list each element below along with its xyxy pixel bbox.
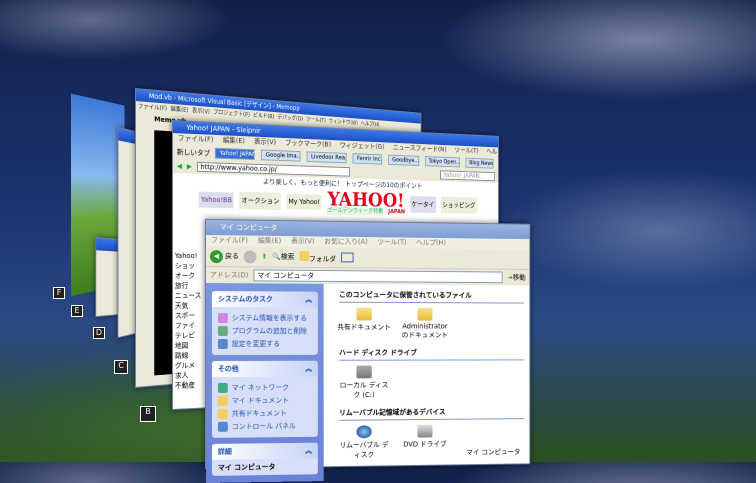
menu-item[interactable]: ファイル(F) xyxy=(138,103,167,112)
tab[interactable]: Livedoor Rea... xyxy=(306,151,347,164)
panel-title: その他 xyxy=(217,364,239,373)
small-window-back[interactable] xyxy=(95,236,120,318)
tab[interactable]: Google Ima... xyxy=(261,149,301,162)
removable-disk-icon xyxy=(356,425,372,439)
task-link[interactable]: システム情報を表示する xyxy=(217,313,312,324)
place-link[interactable]: マイ ドキュメント xyxy=(217,395,312,406)
service-link[interactable]: ケータイ xyxy=(409,195,436,214)
views-icon[interactable] xyxy=(340,252,354,263)
tab[interactable]: Yahoo! JAPAN xyxy=(214,147,255,160)
my-computer-window[interactable]: マイ コンピュータ ファイル(F) 編集(E) 表示(V) お気に入り(A) ツール(T… xyxy=(205,219,531,483)
service-link[interactable]: オークション xyxy=(239,191,282,211)
golden-week-link[interactable]: ゴールデンウィーク特集 xyxy=(326,207,384,216)
section-header: このコンピュータに保管されているファイル xyxy=(339,287,524,304)
menu-item[interactable]: 表示(V) xyxy=(192,107,210,115)
search-input[interactable]: Yahoo! JAPAN xyxy=(440,170,496,182)
logo-text: YAHOO! xyxy=(327,187,405,212)
menu-item[interactable]: ニュースフィード(N) xyxy=(393,144,447,154)
forward-icon[interactable] xyxy=(243,249,257,263)
system-tasks-panel: システムのタスク ︽ システム情報を表示する プログラムの追加と削除 設定を変更する xyxy=(211,291,318,355)
task-pane: システムのタスク ︽ システム情報を表示する プログラムの追加と削除 設定を変更する … xyxy=(205,283,324,483)
section-header: リムーバブル記憶域があるデバイス xyxy=(339,404,524,421)
menu-item[interactable]: ツール(T) xyxy=(306,116,326,124)
place-link[interactable]: コントロール パネル xyxy=(217,421,312,432)
place-link[interactable]: 共有ドキュメント xyxy=(217,408,312,419)
menu-item[interactable]: 表示(V) xyxy=(254,138,276,147)
task-link[interactable]: プログラムの追加と削除 xyxy=(217,326,312,337)
collapse-icon[interactable]: ︽ xyxy=(305,295,312,305)
folders-button[interactable]: フォルダ xyxy=(299,250,336,264)
tab[interactable]: Fenrir Inc. xyxy=(352,153,383,165)
tab[interactable]: Blog News xyxy=(465,157,494,169)
back-icon: ◀ xyxy=(209,249,223,263)
desktop-icon[interactable]: C xyxy=(114,360,128,374)
other-places-panel: その他 ︽ マイ ネットワーク マイ ドキュメント 共有ドキュメント コントロール パネ… xyxy=(211,360,318,438)
folder-icon xyxy=(417,307,433,321)
menu-item[interactable]: ヘルプ(H) xyxy=(361,121,380,128)
section-header: ハード ディスク ドライブ xyxy=(339,345,524,361)
new-tab-button[interactable]: 新しいタブ xyxy=(177,147,210,158)
menu-item[interactable]: 表示(V) xyxy=(291,237,315,245)
folder-item[interactable]: Administrator のドキュメント xyxy=(398,307,451,340)
search-button[interactable]: 🔍検索 xyxy=(272,252,294,262)
collapse-icon[interactable]: ︽ xyxy=(305,446,312,456)
go-button[interactable]: ➜移動 xyxy=(507,273,525,283)
menu-item[interactable]: ファイル(F) xyxy=(211,236,248,244)
service-link[interactable]: ショッピング xyxy=(440,196,477,214)
place-link[interactable]: マイ ネットワーク xyxy=(217,382,312,393)
drive-item[interactable]: DVD ドライブ xyxy=(398,424,451,450)
menu-item[interactable]: デバッグ(D) xyxy=(278,114,304,122)
up-folder-icon[interactable]: ⬆ xyxy=(262,253,268,261)
desktop-icon[interactable]: B xyxy=(140,406,156,422)
forward-icon[interactable]: ▶ xyxy=(187,163,192,171)
task-link[interactable]: 設定を変更する xyxy=(217,339,312,349)
back-icon[interactable]: ◀ xyxy=(177,162,182,170)
desktop-icon[interactable]: F xyxy=(53,287,65,299)
hard-disk-icon xyxy=(356,365,372,379)
details-panel: 詳細 ︽ マイ コンピュータ xyxy=(211,442,318,476)
folder-icon xyxy=(356,307,372,321)
tab[interactable]: Tokyo Open... xyxy=(424,156,460,168)
menu-item[interactable]: ツール(T) xyxy=(455,146,479,154)
drive-item[interactable]: ローカル ディスク (C:) xyxy=(337,365,391,401)
menu-item[interactable]: ビルド(B) xyxy=(253,112,274,120)
code-editor[interactable] xyxy=(154,130,174,376)
collapse-icon[interactable]: ︽ xyxy=(305,364,312,374)
details-name: マイ コンピュータ xyxy=(217,463,276,472)
panel-title: 詳細 xyxy=(217,447,232,456)
menu-item[interactable]: ツール(T) xyxy=(377,238,406,246)
folder-icon xyxy=(299,250,309,261)
menu-item[interactable]: ウィジェット(G) xyxy=(340,141,385,150)
folder-item[interactable]: 共有ドキュメント xyxy=(337,307,391,333)
desktop-icon[interactable]: D xyxy=(93,327,105,339)
menu-item[interactable]: ファイル(F) xyxy=(178,134,214,143)
address-label: アドレス(D) xyxy=(209,271,249,280)
menu-item[interactable]: お気に入り(A) xyxy=(324,238,368,246)
menu-item[interactable]: 編集(E) xyxy=(258,237,281,245)
menu-item[interactable]: 編集(E) xyxy=(171,106,189,114)
menu-item[interactable]: ウィンドウ(W) xyxy=(329,118,358,126)
menu-item[interactable]: ブックマーク(B) xyxy=(285,139,331,149)
status-bar: マイ コンピュータ xyxy=(466,448,521,457)
panel-title: システムのタスク xyxy=(217,295,273,304)
menu-item[interactable]: 編集(E) xyxy=(223,136,245,145)
yahoo-logo[interactable]: YAHOO! ゴールデンウィーク特集 JAPAN xyxy=(326,187,405,216)
menu-item[interactable]: ヘルプ(H) xyxy=(486,148,498,156)
tab[interactable]: Goodbye... xyxy=(388,154,419,166)
menu-item[interactable]: ヘルプ(H) xyxy=(416,239,446,247)
address-input[interactable]: マイ コンピュータ xyxy=(253,269,503,284)
dvd-drive-icon xyxy=(417,424,433,438)
logo-sub: JAPAN xyxy=(388,208,405,216)
service-link[interactable]: My Yahoo! xyxy=(286,193,322,210)
menu-item[interactable]: プロジェクト(P) xyxy=(213,109,250,118)
back-button[interactable]: ◀ 戻る xyxy=(209,249,239,263)
drive-item[interactable]: リムーバブル ディスク xyxy=(337,425,391,460)
desktop-icon[interactable]: E xyxy=(71,305,83,317)
service-link[interactable]: Yahoo!BB xyxy=(199,191,234,209)
